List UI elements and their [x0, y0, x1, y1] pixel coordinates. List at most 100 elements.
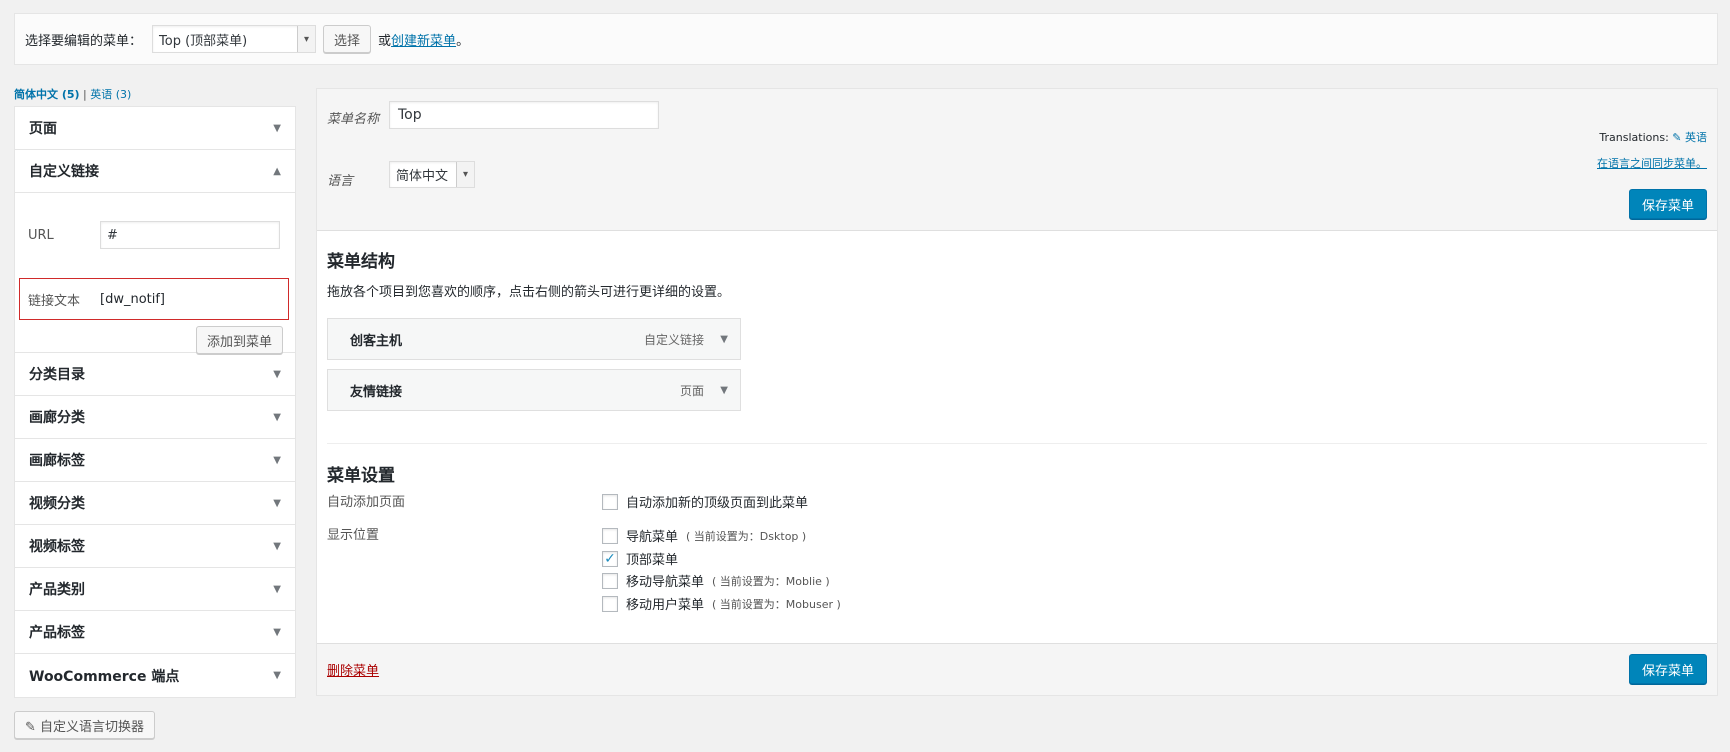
location-note: ( 当前设置为：Moblie ) [712, 574, 830, 588]
accordion-item-categories[interactable]: 分类目录 ▼ [15, 353, 295, 396]
display-location-label: 显示位置 [327, 528, 380, 543]
link-text-label: 链接文本 [28, 293, 81, 309]
customize-language-switcher-button[interactable]: ✎ 自定义语言切换器 [14, 711, 156, 739]
menu-structure-title: 菜单结构 [327, 252, 395, 272]
menu-edit-panel: 菜单名称 Top 语言 简体中文 ▾ Translations: ✎ 英语 在语… [316, 88, 1718, 696]
menu-header: 菜单名称 Top 语言 简体中文 ▾ Translations: ✎ 英语 在语… [317, 89, 1717, 231]
accordion-item-gallery-categories[interactable]: 画廊分类 ▼ [15, 396, 295, 439]
menu-item[interactable]: 友情链接 页面 ▼ [327, 369, 741, 411]
lang-link-zh[interactable]: 简体中文 (5) [14, 88, 80, 101]
accordion-item-gallery-tags[interactable]: 画廊标签 ▼ [15, 439, 295, 482]
add-to-menu-button[interactable]: 添加到菜单 [195, 326, 283, 354]
accordion-item-product-tags[interactable]: 产品标签 ▼ [15, 611, 295, 654]
triangle-down-icon: ▼ [273, 122, 281, 134]
accordion-item-pages[interactable]: 页面 ▼ [15, 107, 295, 150]
period-text: 。 [456, 33, 470, 49]
location-label: 移动导航菜单 [626, 575, 705, 590]
menu-language-select[interactable]: 简体中文 ▾ [389, 161, 475, 188]
menu-settings-title: 菜单设置 [327, 466, 395, 486]
menu-select-value: Top (顶部菜单) [159, 33, 248, 49]
triangle-up-icon: ▲ [273, 165, 281, 177]
chevron-down-icon: ▾ [297, 26, 316, 52]
location-option-mobile-user[interactable]: 移动用户菜单 ( 当前设置为：Mobuser ) [602, 594, 841, 613]
save-menu-button-bottom[interactable]: 保存菜单 [1628, 654, 1707, 684]
accordion-item-label: 视频分类 [29, 496, 85, 512]
create-menu-link[interactable]: 创建新菜单 [391, 30, 456, 49]
select-menu-label: 选择要编辑的菜单： [25, 33, 143, 49]
menu-name-input[interactable]: Top [389, 101, 659, 129]
menu-language-value: 简体中文 [396, 169, 449, 184]
checkbox[interactable] [602, 572, 618, 589]
accordion-item-label: WooCommerce 端点 [29, 668, 180, 685]
lang-separator: | [83, 88, 87, 101]
triangle-down-icon: ▼ [273, 454, 281, 466]
triangle-down-icon: ▼ [273, 540, 281, 552]
triangle-down-icon: ▼ [273, 670, 281, 681]
accordion-item-label: 页面 [29, 121, 57, 137]
checkbox[interactable] [602, 527, 618, 544]
location-label: 顶部菜单 [626, 553, 679, 568]
sync-menus-link[interactable]: 在语言之间同步菜单。 [1597, 155, 1707, 171]
location-label: 导航菜单 [626, 530, 679, 545]
accordion-item-label: 视频标签 [29, 539, 85, 555]
url-input[interactable]: # [100, 221, 280, 249]
checkbox[interactable] [602, 595, 618, 612]
accordion-item-label: 自定义链接 [29, 164, 99, 180]
menu-name-label: 菜单名称 [327, 112, 380, 127]
section-divider [327, 443, 1707, 444]
menu-item-title: 创客主机 [350, 333, 403, 349]
checkmark-icon[interactable]: ✓ [602, 550, 618, 567]
add-items-accordion: 页面 ▼ 自定义链接 ▲ URL # 链接文本 [dw_notif] 添加到菜单… [14, 106, 296, 698]
translations-info: Translations: ✎ 英语 [1599, 129, 1707, 145]
menu-item-type: 页面 [679, 383, 704, 398]
triangle-down-icon: ▼ [273, 411, 281, 423]
triangle-down-icon: ▼ [273, 583, 281, 595]
accordion-item-label: 画廊标签 [29, 453, 85, 469]
auto-add-option-label: 自动添加新的顶级页面到此菜单 [626, 496, 809, 511]
menu-language-label: 语言 [327, 174, 354, 189]
accordion-item-video-categories[interactable]: 视频分类 ▼ [15, 482, 295, 525]
accordion-item-label: 产品类别 [29, 582, 85, 598]
location-option-nav[interactable]: 导航菜单 ( 当前设置为：Dsktop ) [602, 526, 806, 545]
save-menu-button-top[interactable]: 保存菜单 [1628, 189, 1707, 219]
triangle-down-icon: ▼ [273, 497, 281, 509]
url-row: URL # [28, 221, 282, 249]
menu-settings-section: 菜单设置 自动添加页面 自动添加新的顶级页面到此菜单 显示位置 导航菜单 ( 当… [327, 461, 1707, 613]
menu-structure-section: 菜单结构 拖放各个项目到您喜欢的顺序，点击右侧的箭头可进行更详细的设置。 创客主… [327, 247, 1707, 411]
lang-link-en[interactable]: 英语 (3) [90, 88, 131, 101]
location-label: 移动用户菜单 [626, 598, 705, 613]
location-note: ( 当前设置为：Dsktop ) [686, 529, 807, 543]
or-text: 或 [378, 33, 392, 49]
triangle-down-icon[interactable]: ▼ [720, 385, 728, 396]
accordion-item-product-categories[interactable]: 产品类别 ▼ [15, 568, 295, 611]
url-label: URL [28, 227, 54, 243]
location-option-top[interactable]: ✓ 顶部菜单 [602, 549, 678, 568]
menu-item[interactable]: 创客主机 自定义链接 ▼ [327, 318, 741, 360]
auto-add-option[interactable]: 自动添加新的顶级页面到此菜单 [602, 492, 808, 511]
accordion-item-label: 产品标签 [29, 625, 85, 641]
location-note: ( 当前设置为：Mobuser ) [712, 597, 841, 611]
triangle-down-icon: ▼ [273, 626, 281, 638]
link-text-row-highlight: 链接文本 [dw_notif] [19, 278, 289, 320]
delete-menu-link[interactable]: 删除菜单 [327, 660, 379, 679]
link-text-input[interactable]: [dw_notif] [100, 292, 165, 307]
accordion-item-video-tags[interactable]: 视频标签 ▼ [15, 525, 295, 568]
language-filter: 简体中文 (5) | 英语 (3) [14, 86, 131, 102]
menu-item-title: 友情链接 [350, 384, 403, 400]
accordion-item-label: 分类目录 [29, 367, 85, 383]
select-button[interactable]: 选择 [323, 25, 372, 53]
translation-link-en[interactable]: ✎ 英语 [1672, 131, 1707, 144]
triangle-down-icon[interactable]: ▼ [720, 334, 728, 345]
location-option-mobile-nav[interactable]: 移动导航菜单 ( 当前设置为：Moblie ) [602, 571, 830, 590]
translations-label: Translations: [1599, 131, 1669, 144]
accordion-item-custom-links[interactable]: 自定义链接 ▲ [15, 150, 295, 193]
auto-add-label: 自动添加页面 [327, 495, 406, 510]
menu-footer: 删除菜单 保存菜单 [317, 643, 1717, 695]
checkbox[interactable] [602, 493, 618, 510]
chevron-down-icon: ▾ [456, 162, 474, 187]
menu-select[interactable]: Top (顶部菜单) ▾ [152, 25, 317, 53]
accordion-item-label: 画廊分类 [29, 410, 85, 426]
accordion-item-woocommerce-endpoints[interactable]: WooCommerce 端点 ▼ [15, 654, 295, 697]
triangle-down-icon: ▼ [273, 368, 281, 380]
menu-item-type: 自定义链接 [643, 332, 704, 347]
